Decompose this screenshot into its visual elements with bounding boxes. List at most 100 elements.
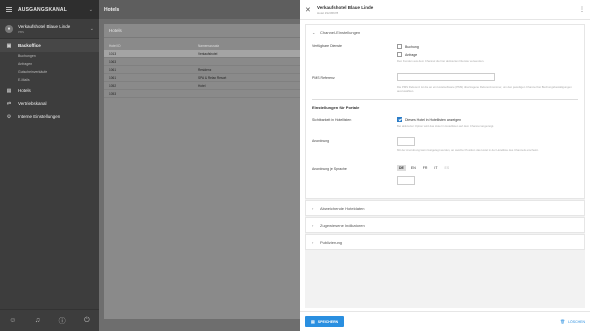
sidebar-subitem-anfragen[interactable]: Anfragen: [0, 60, 99, 68]
share-icon: ⇄: [6, 100, 12, 107]
gear-icon: ⚙: [6, 113, 12, 120]
pms-referenz-input[interactable]: [397, 73, 495, 81]
cell-id: 1052: [109, 83, 117, 88]
table-row[interactable]: 1061 Residenz: [104, 66, 300, 74]
label-anordnung-sprache: Anordnung je Sprache: [312, 167, 347, 171]
accordion-title: Publizierung: [320, 239, 343, 245]
checkbox-box-checked[interactable]: [397, 117, 402, 123]
delete-button[interactable]: 🗑 LÖSCHEN: [560, 319, 585, 324]
chevron-right-icon: ›: [312, 205, 314, 211]
sidebar-item-vertriebskanal[interactable]: ⇄ Vertriebskanal: [0, 97, 99, 110]
help-icon[interactable]: ⓘ: [59, 316, 66, 326]
more-icon[interactable]: ⋮: [579, 6, 585, 13]
delete-label: LÖSCHEN: [568, 319, 585, 324]
col-namenszusatz[interactable]: Namenszusatz: [198, 44, 219, 48]
card-title: Hotels: [104, 24, 300, 38]
panel-footer: ▤ SPEICHERN 🗑 LÖSCHEN: [300, 311, 590, 331]
save-button[interactable]: ▤ SPEICHERN: [305, 316, 345, 327]
lang-tab-it[interactable]: IT: [432, 165, 439, 171]
chevron-down-icon: ⌄: [312, 29, 316, 35]
anordnung-sprache-input[interactable]: [397, 176, 415, 185]
accordion-header[interactable]: › Publizierung: [306, 235, 584, 249]
checkbox-box[interactable]: [397, 52, 402, 58]
save-label: SPEICHERN: [317, 319, 339, 324]
panel-body: ⌄ Channel-Einstellungen Verfügbare Diens…: [305, 24, 585, 308]
page-title: Hotels: [99, 0, 300, 19]
label-sichtbarkeit: Sichtbarkeit in Hotellisten: [312, 118, 352, 122]
table-row[interactable]: 1061 SPA & Relax Resort: [104, 74, 300, 82]
sidebar-subitem-emails[interactable]: E-Mails: [0, 76, 99, 84]
checkbox-box[interactable]: [397, 44, 402, 50]
sidebar-subitem-buchungen[interactable]: Buchungen: [0, 52, 99, 60]
label-pms-referenz: PMS Referenz: [312, 76, 335, 80]
col-hotel-id[interactable]: Hotel ID: [109, 44, 198, 48]
pms-hint: Die PMS Referenz ist die an ein Hotelsof…: [397, 85, 572, 93]
checkbox-sichtbarkeit[interactable]: Dieses Hotel in Hotellisten anzeigen: [397, 117, 462, 123]
hotels-card: Hotels Hotel ID Namenszusatz 1013 Verkau…: [104, 24, 300, 319]
cell-name: Verkaufshotel: [198, 51, 218, 56]
accordion-header[interactable]: › Abweichende Hoteldaten: [306, 201, 584, 215]
cell-id: 1063: [109, 59, 117, 64]
sidebar-item-label: Hotels: [18, 88, 31, 93]
sidebar-item-label: Interne Einstellungen: [18, 114, 61, 119]
panel-title: Verkaufshotel Blaue Linde: [317, 4, 374, 10]
building-icon: ▦: [6, 87, 12, 94]
sidebar-item-backoffice[interactable]: ▣ Backoffice: [0, 39, 99, 52]
accordion-title: Abweichende Hoteldaten: [320, 205, 365, 211]
accordion-header[interactable]: › Zugewiesene Indikatoren: [306, 218, 584, 232]
table-row[interactable]: 1013 Verkaufshotel: [104, 50, 300, 58]
sichtbarkeit-hint: Bei aktivierter Option wird das Hotel in…: [397, 124, 495, 128]
trash-icon: 🗑: [560, 319, 566, 324]
menu-icon[interactable]: [6, 7, 12, 12]
hotel-icon: ●: [5, 24, 13, 33]
accordion-publizierung: › Publizierung: [305, 234, 585, 250]
chevron-down-icon[interactable]: ⌄: [89, 7, 93, 13]
section-title-portale: Einstellungen für Portale: [312, 105, 360, 110]
accordion-header[interactable]: ⌄ Channel-Einstellungen: [306, 25, 584, 39]
sidebar-item-interne[interactable]: ⚙ Interne Einstellungen: [0, 110, 99, 123]
divider: [312, 99, 578, 100]
chevron-right-icon: ›: [312, 239, 314, 245]
table-header: Hotel ID Namenszusatz: [104, 42, 300, 50]
accordion-title: Channel-Einstellungen: [320, 29, 361, 35]
table-row[interactable]: 1053: [104, 90, 300, 98]
label-anordnung: Anordnung: [312, 139, 330, 143]
cell-id: 1053: [109, 91, 117, 96]
checkbox-label: Dieses Hotel in Hotellisten anzeigen: [405, 117, 462, 122]
checkbox-anfrage[interactable]: Anfrage: [397, 52, 418, 58]
checkbox-buchung[interactable]: Buchung: [397, 44, 419, 50]
accordion-abweichende-hoteldaten: › Abweichende Hoteldaten: [305, 200, 585, 216]
panel-subtitle: Hotel #1245678: [317, 10, 339, 15]
hotel-switcher[interactable]: ● Verkaufshotel Blaue Linde PBS ⌄: [0, 19, 99, 39]
dienste-hint: Den Kunden aus dem Channel die hier akti…: [397, 59, 485, 63]
sidebar-footer: ☺ ♫ ⓘ ⏻: [0, 309, 99, 331]
lang-tab-de[interactable]: DE: [397, 165, 406, 171]
chevron-right-icon: ›: [312, 222, 314, 228]
checkbox-label: Anfrage: [405, 52, 418, 57]
lang-tab-en[interactable]: EN: [409, 165, 418, 171]
accordion-title: Zugewiesene Indikatoren: [320, 222, 365, 228]
table-row[interactable]: 1063: [104, 58, 300, 66]
sidebar-item-hotels[interactable]: ▦ Hotels: [0, 84, 99, 97]
lang-tab-fr[interactable]: FR: [421, 165, 430, 171]
label-verfuegbare-dienste: Verfügbare Dienste: [312, 44, 342, 48]
language-tabs: DE EN FR IT ES: [397, 165, 454, 171]
panel-header: ✕ Verkaufshotel Blaue Linde Hotel #12456…: [300, 0, 590, 20]
sidebar-item-label: Backoffice: [18, 43, 41, 48]
sidebar-header: AUSGANGSKANAL ⌄: [0, 0, 99, 19]
bell-icon[interactable]: ♫: [35, 317, 40, 324]
save-icon: ▤: [311, 319, 315, 324]
accordion-zugewiesene-indikatoren: › Zugewiesene Indikatoren: [305, 217, 585, 233]
cell-id: 1061: [109, 67, 117, 72]
lang-tab-es[interactable]: ES: [443, 165, 452, 171]
cell-id: 1013: [109, 51, 117, 56]
cell-name: Hotel: [198, 83, 206, 88]
sidebar-subitem-gutscheine[interactable]: Gutscheinverkäufe: [0, 68, 99, 76]
anordnung-input[interactable]: [397, 137, 415, 146]
power-icon[interactable]: ⏻: [84, 317, 90, 325]
user-icon[interactable]: ☺: [9, 317, 16, 324]
table-row[interactable]: 1052 Hotel: [104, 82, 300, 90]
main-area: Hotels Hotels Hotel ID Namenszusatz 1013…: [99, 0, 300, 331]
close-icon[interactable]: ✕: [305, 6, 317, 14]
cell-name: SPA & Relax Resort: [198, 75, 227, 80]
